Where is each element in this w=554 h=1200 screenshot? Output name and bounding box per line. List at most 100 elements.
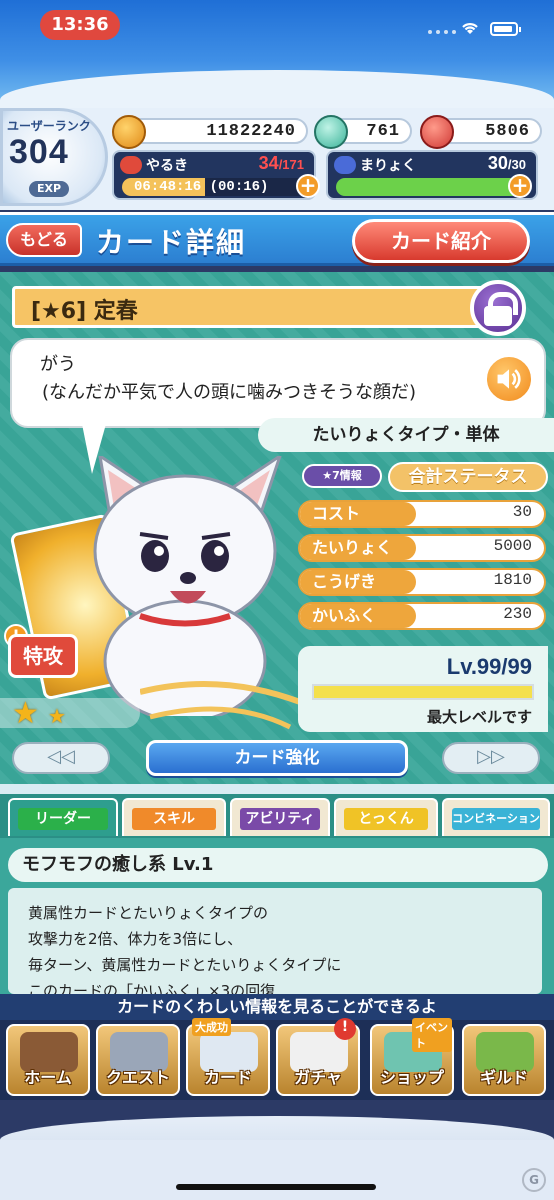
maryoku-bar [336,178,526,196]
coin-counter: 11822240 [112,115,308,149]
tab-label: リーダー [18,808,108,830]
skill-line: 毎ターン、黄属性カードとたいりょくタイプに [28,956,342,974]
card-detail-panel: [★6] 定春 がう (なんだか平気で人の頭に噛みつきそうな顔だ) たいりょくタ… [0,272,554,784]
yaruki-icon [120,156,142,174]
prev-card-button[interactable]: ◁◁ [12,742,110,774]
maryoku-label: まりょく [360,158,416,174]
next-card-button[interactable]: ▷▷ [442,742,540,774]
tab-ability[interactable]: アビリティ [230,798,330,836]
maryoku-plus-button[interactable]: + [508,174,532,198]
card-name: [★6] 定春 [31,299,138,324]
meat-counter: 5806 [420,115,542,149]
total-status-label: 合計ステータス [388,462,548,492]
tab-label: コンビネーション [452,808,540,830]
yaruki-plus-button[interactable]: + [296,174,320,198]
maryoku-icon [334,156,356,174]
nav-shop[interactable]: イベント ショップ [370,1018,454,1096]
level-progress-fill [314,686,532,698]
yaruki-gauge: やるき 34/171 06:48:16 (00:16) [112,150,316,200]
card-type-label: たいりょくタイプ・単体 [258,418,554,452]
level-progress-bar [312,684,534,700]
page-title: カード詳細 [96,226,247,259]
exp-label: EXP [29,181,69,197]
rank-label: ユーザーランク [7,119,91,133]
tokko-badge[interactable]: 特攻 [8,634,78,678]
star7-info-button[interactable]: ★7情報 [302,464,382,488]
nav-home[interactable]: ホーム [6,1024,90,1096]
card-intro-button[interactable]: カード紹介 [352,219,530,263]
stat-label: たいりょく [300,536,416,560]
lock-icon[interactable] [470,280,526,336]
nav-label: カード [203,1068,252,1087]
skill-line: 攻撃力を2倍、体力を3倍にし、 [28,930,243,948]
nav-label: ガチャ [294,1068,342,1087]
stat-row-hp: たいりょく 5000 [298,534,546,562]
tab-label: アビリティ [240,808,320,830]
level-value: Lv.99/99 [446,654,532,679]
home-indicator[interactable] [176,1184,376,1190]
stat-label: コスト [300,502,416,526]
gem-counter: 761 [314,115,412,149]
yaruki-bar: 06:48:16 (00:16) [122,178,306,196]
tab-training[interactable]: とっくん [334,798,438,836]
yaruki-value: 34/171 [258,153,304,173]
skill-panel: モフモフの癒し系 Lv.1 黄属性カードとたいりょくタイプの 攻撃力を2倍、体力… [0,838,554,994]
nav-gacha[interactable]: ! ガチャ [276,1018,360,1096]
card-artwork [9,456,300,732]
nav-quest[interactable]: クエスト [96,1024,180,1096]
tab-label: とっくん [344,808,428,830]
nav-label: ギルド [479,1068,528,1087]
rank-number: 304 [9,133,69,171]
gem-value: 761 [366,122,400,141]
skill-title: モフモフの癒し系 Lv.1 [8,848,548,882]
nav-label: ショップ [379,1068,444,1087]
page-header: もどる カード詳細 カード紹介 [0,212,554,266]
card-nav-row: ◁◁ カード強化 ▷▷ [0,740,554,780]
nav-guild[interactable]: ギルド [462,1024,546,1096]
wave-decoration [0,70,554,110]
tab-combination[interactable]: コンビネーション [442,798,550,836]
skill-description: 黄属性カードとたいりょくタイプの 攻撃力を2倍、体力を3倍にし、 毎ターン、黄属… [8,888,542,994]
stat-label: こうげき [300,570,416,594]
card-name-bar: [★6] 定春 [12,286,512,328]
yaruki-timer: 06:48:16 (00:16) [134,179,269,195]
watermark-logo: G [522,1168,546,1192]
back-button[interactable]: もどる [6,223,82,257]
coin-icon [112,115,146,149]
star-rating: ★ ★ [0,696,140,731]
stat-value: 5000 [493,537,532,555]
status-dots [428,30,456,34]
stat-label: かいふく [300,604,416,628]
meat-value: 5806 [485,122,530,141]
maryoku-value: 30/30 [487,153,526,173]
quote-line-1: がう [40,354,76,375]
swoosh-effect [140,681,300,730]
stat-row-heal: かいふく 230 [298,602,546,630]
gem-icon [314,115,348,149]
skill-line: 黄属性カードとたいりょくタイプの [28,904,269,922]
battery-icon [490,22,521,36]
star-icon: ★ [48,704,66,728]
coin-value: 11822240 [206,122,296,141]
user-rank-badge[interactable]: ユーザーランク 304 EXP [0,108,108,206]
quote-line-2: (なんだか平気で人の頭に噛みつきそうな顔だ) [42,382,417,403]
skill-line: このカードの「かいふく」×3の回復 [28,982,276,994]
nav-label: クエスト [105,1068,170,1087]
yaruki-label: やるき [146,158,188,174]
nav-badge: ! [334,1018,356,1040]
nav-label: ホーム [24,1068,72,1087]
stat-value: 230 [503,605,532,623]
card-enhance-button[interactable]: カード強化 [146,740,408,776]
meat-icon [420,115,454,149]
speaker-icon[interactable] [484,354,534,404]
level-box: Lv.99/99 最大レベルです [298,646,548,732]
bottom-nav: ホーム クエスト 大成功 カード ! ガチャ イベント ショップ ギルド [0,1018,554,1100]
nav-badge: 大成功 [192,1018,231,1036]
nav-card[interactable]: 大成功 カード [186,1018,270,1096]
tab-leader[interactable]: リーダー [8,798,118,836]
stat-row-attack: こうげき 1810 [298,568,546,596]
tab-label: スキル [132,808,216,830]
status-time: 13:36 [40,10,120,40]
tab-skill[interactable]: スキル [122,798,226,836]
level-caption: 最大レベルです [426,708,532,726]
